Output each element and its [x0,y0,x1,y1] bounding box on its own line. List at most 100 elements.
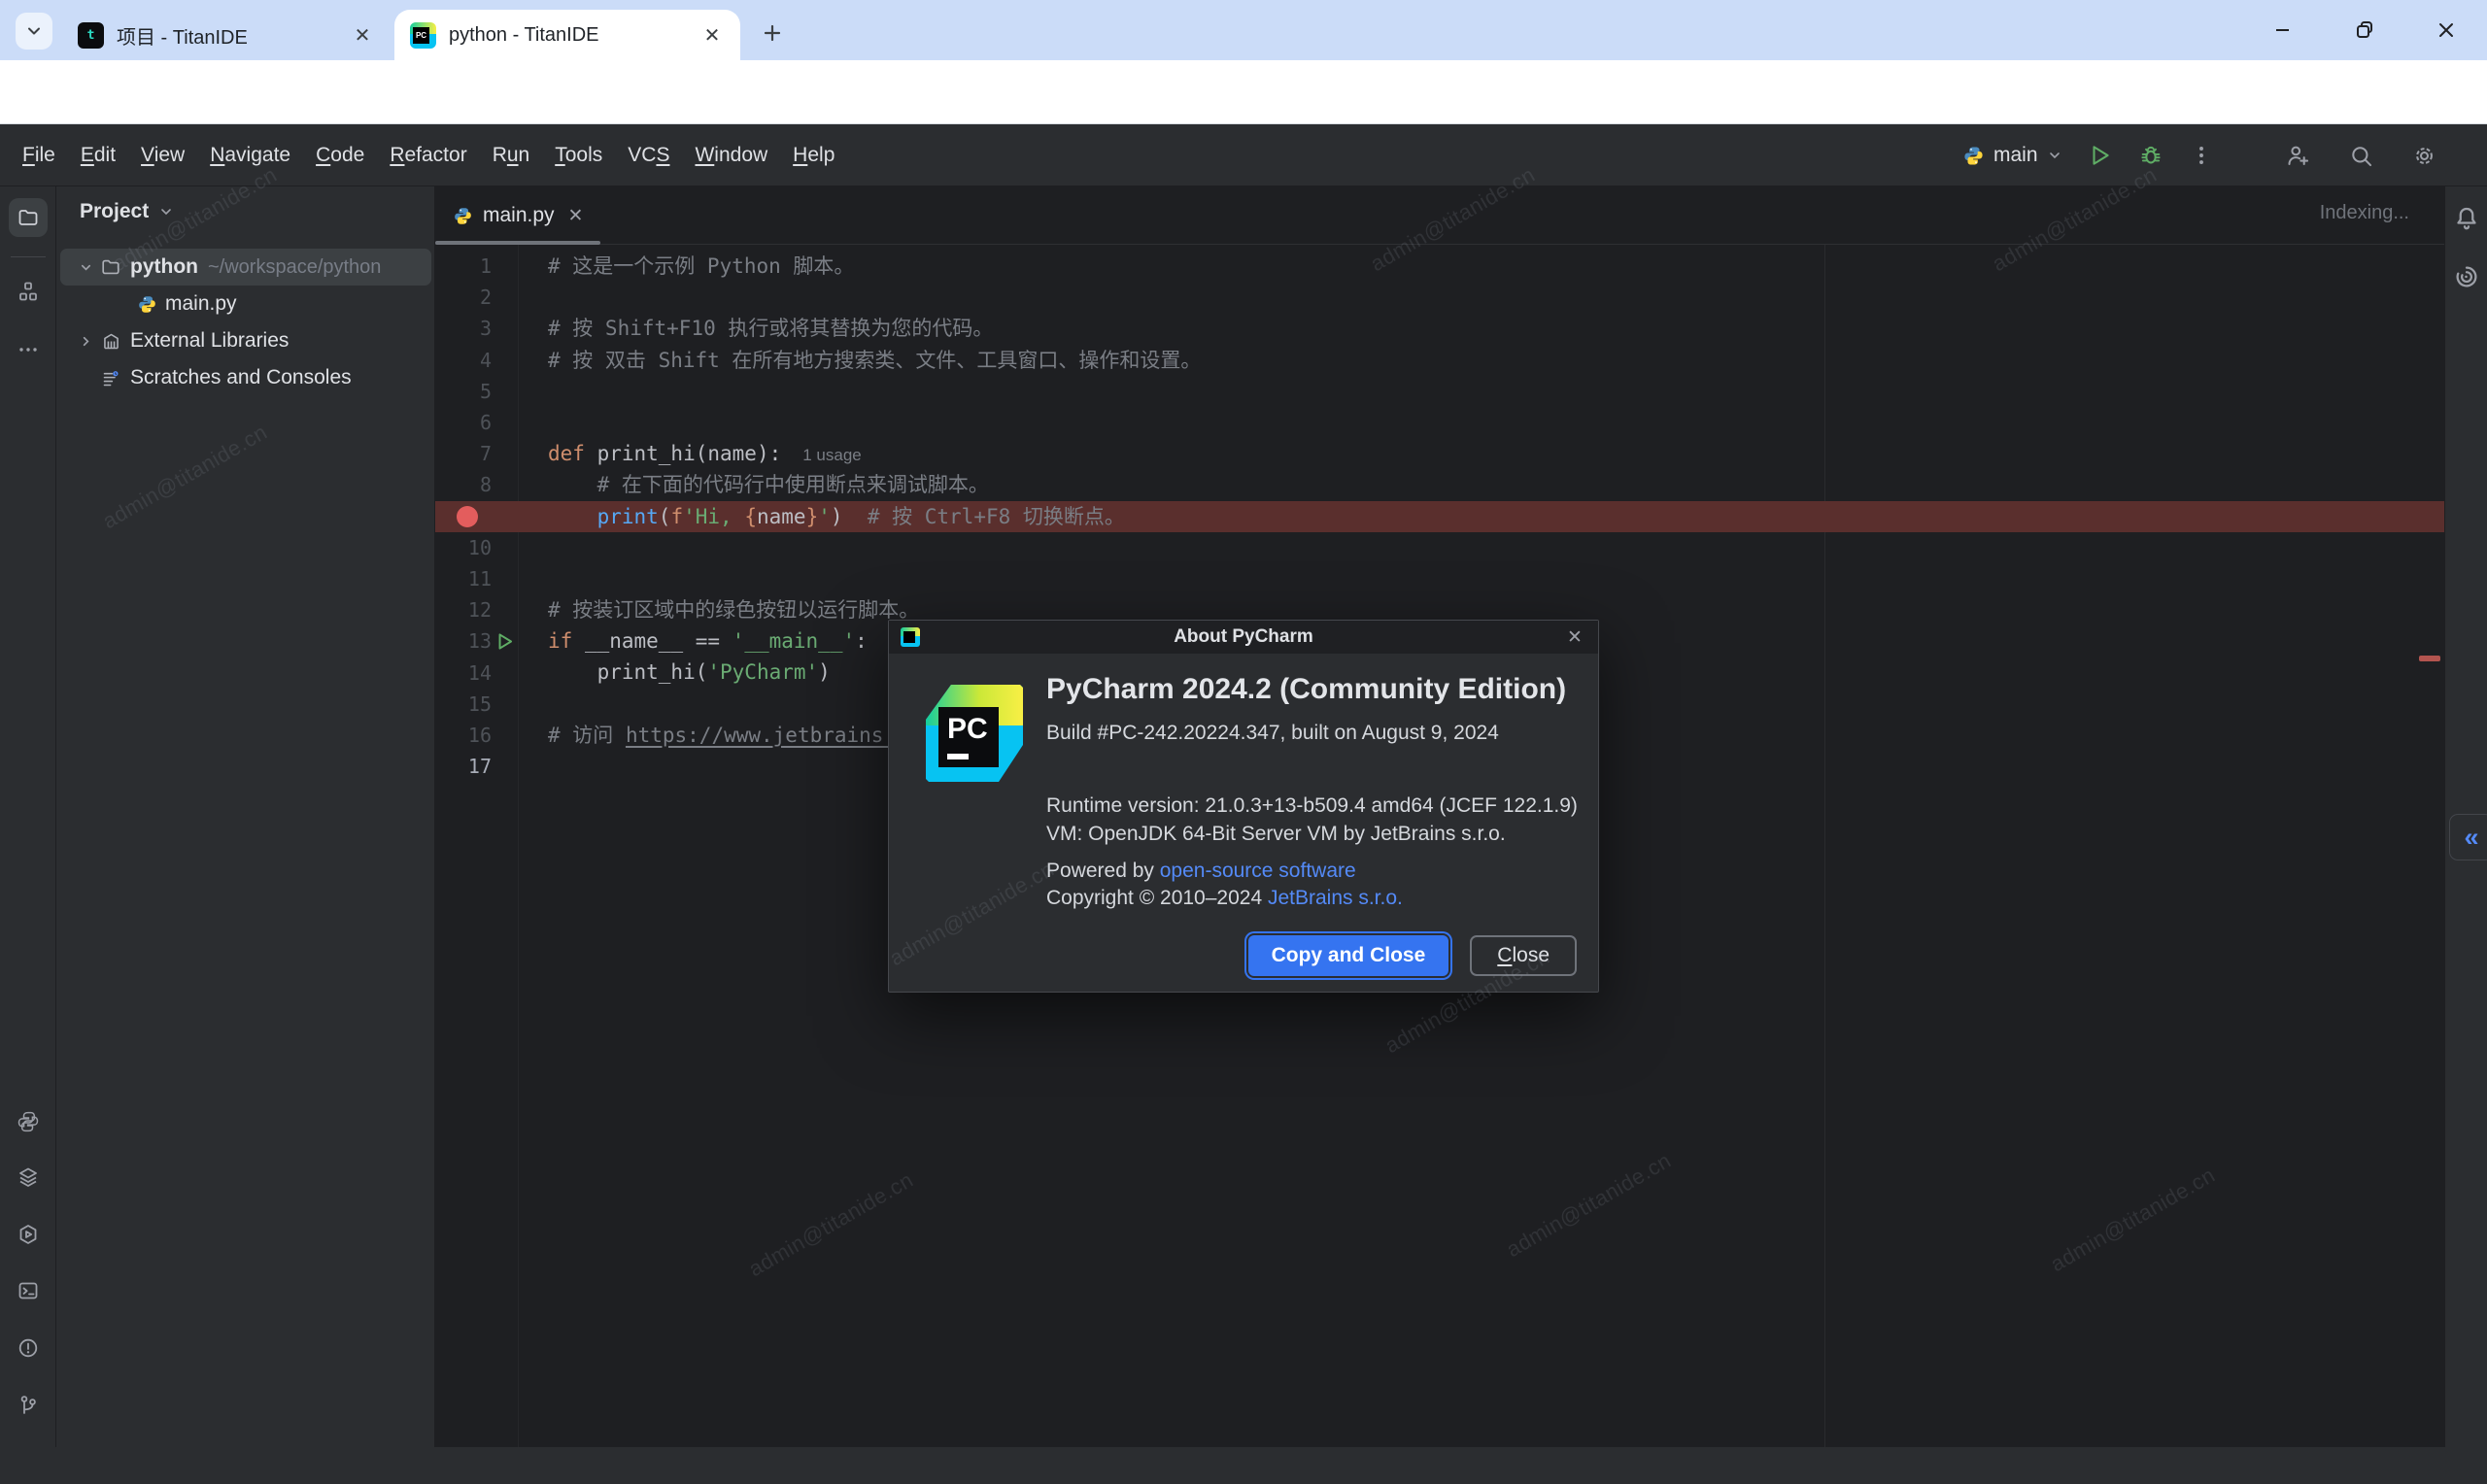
tree-node-label: External Libraries [130,329,289,353]
settings-gear-icon[interactable] [2411,143,2437,169]
code-with-me-icon[interactable] [2285,143,2311,169]
python-packages-button[interactable] [9,1158,48,1197]
project-panel-header[interactable]: Project [80,200,174,223]
menu-window[interactable]: Window [682,144,780,167]
browser-tab-python[interactable]: PC python - TitanIDE ✕ [394,10,740,60]
run-gutter-icon[interactable] [494,631,515,652]
gutter[interactable]: 5 [435,380,530,403]
code-line-5[interactable]: 5 [435,376,2444,407]
menu-edit[interactable]: Edit [68,144,128,167]
tab-title: python - TitanIDE [449,24,690,47]
gutter[interactable]: 14 [435,661,530,685]
tab-search-chevron-button[interactable] [16,13,52,50]
tab-close-icon[interactable]: ✕ [350,22,375,48]
dialog-titlebar[interactable]: About PyCharm ✕ [889,621,1598,654]
folder-icon [97,256,124,278]
code-line-4[interactable]: 4# 按 双击 Shift 在所有地方搜索类、文件、工具窗口、操作和设置。 [435,345,2444,376]
usages-hint[interactable]: 1 usage [802,446,862,464]
minimize-button[interactable] [2264,11,2302,50]
dialog-close-icon[interactable]: ✕ [1563,625,1586,649]
jetbrains-link[interactable]: JetBrains s.r.o. [1268,887,1403,909]
menu-run[interactable]: Run [480,144,543,167]
gutter[interactable]: 2 [435,286,530,309]
code-line-11[interactable]: 11 [435,563,2444,594]
tab-close-icon[interactable]: ✕ [568,205,584,227]
menu-tools[interactable]: Tools [542,144,615,167]
error-stripe-breakpoint-mark[interactable] [2419,656,2440,661]
code-line-6[interactable]: 6 [435,407,2444,438]
tree-node-label: Scratches and Consoles [130,366,352,389]
menu-view[interactable]: View [128,144,197,167]
pycharm-logo-text: PC [947,713,988,746]
gutter[interactable]: 15 [435,692,530,716]
code-line-8[interactable]: 8 # 在下面的代码行中使用断点来调试脚本。 [435,469,2444,500]
menu-code[interactable]: Code [303,144,377,167]
global-actions [2285,124,2437,186]
code-line-9[interactable]: print(f'Hi, {name}') # 按 Ctrl+F8 切换断点。 [435,501,2444,532]
code-line-2[interactable]: 2 [435,282,2444,313]
tree-row-main-py[interactable]: main.py [60,286,431,322]
gutter[interactable]: 10 [435,536,530,559]
terminal-button[interactable] [9,1271,48,1310]
restore-toolwindow-button[interactable]: « [2449,814,2487,860]
gutter[interactable]: 4 [435,349,530,372]
menu-help[interactable]: Help [780,144,847,167]
restore-button[interactable] [2345,11,2384,50]
left-tool-stripe [0,186,56,1447]
browser-tab-titan[interactable]: t 项目 - TitanIDE ✕ [62,10,391,60]
tree-row-external-libraries[interactable]: External Libraries [60,322,431,359]
python-console-button[interactable] [9,1102,48,1141]
line-number: 1 [449,254,492,278]
more-actions-kebab-icon[interactable] [2189,143,2214,168]
gutter[interactable]: 3 [435,317,530,340]
run-configuration-selector[interactable]: main [1962,144,2062,167]
debug-button[interactable] [2138,143,2163,168]
close-window-button[interactable] [2427,11,2466,50]
close-button[interactable]: Close [1470,935,1577,976]
project-toolwindow-button[interactable] [9,198,48,237]
menu-refactor[interactable]: Refactor [377,144,479,167]
version-control-button[interactable] [9,1386,48,1425]
structure-toolwindow-button[interactable] [9,272,48,311]
services-button[interactable] [9,1215,48,1254]
more-toolwindows-button[interactable] [9,330,48,369]
project-root-name: python [130,255,198,279]
run-button[interactable] [2088,143,2113,168]
gutter[interactable]: 7 [435,442,530,465]
gutter[interactable]: 1 [435,254,530,278]
gutter[interactable]: 16 [435,724,530,747]
code-line-1[interactable]: 1# 这是一个示例 Python 脚本。 [435,251,2444,282]
new-tab-button[interactable] [756,17,789,50]
problems-button[interactable] [9,1329,48,1367]
gutter[interactable]: 17 [435,755,530,778]
tab-close-icon[interactable]: ✕ [699,22,725,48]
breakpoint-icon[interactable] [457,506,478,527]
notifications-bell-icon[interactable] [2452,204,2481,233]
code-line-3[interactable]: 3# 按 Shift+F10 执行或将其替换为您的代码。 [435,313,2444,344]
python-file-icon [453,206,473,226]
open-source-link[interactable]: open-source software [1160,860,1356,882]
search-everywhere-icon[interactable] [2348,143,2374,169]
chevron-right-icon[interactable] [74,334,97,349]
line-number: 12 [449,598,492,622]
code-line-10[interactable]: 10 [435,532,2444,563]
copy-and-close-button[interactable]: Copy and Close [1248,935,1449,976]
chevron-down-icon[interactable] [74,260,97,275]
menu-vcs[interactable]: VCS [615,144,682,167]
tree-row-scratches[interactable]: Scratches and Consoles [60,359,431,396]
gutter[interactable]: 6 [435,411,530,434]
menu-file[interactable]: File [10,144,68,167]
code-line-7[interactable]: 7def print_hi(name):1 usage [435,438,2444,469]
editor-tab-main-py[interactable]: main.py ✕ [435,186,600,245]
gutter[interactable]: 8 [435,473,530,496]
tree-row-python-root[interactable]: python ~/workspace/python [60,249,431,286]
gutter[interactable]: 13 [435,629,530,653]
gutter[interactable]: 11 [435,567,530,590]
ai-assistant-icon[interactable] [2452,262,2481,291]
runtime-version: Runtime version: 21.0.3+13-b509.4 amd64 … [1046,792,1578,820]
code-text: # 按 Shift+F10 执行或将其替换为您的代码。 [530,313,993,344]
gutter[interactable]: 12 [435,598,530,622]
right-tool-stripe: « [2444,186,2487,1447]
python-icon [1962,145,1985,167]
menu-navigate[interactable]: Navigate [197,144,303,167]
